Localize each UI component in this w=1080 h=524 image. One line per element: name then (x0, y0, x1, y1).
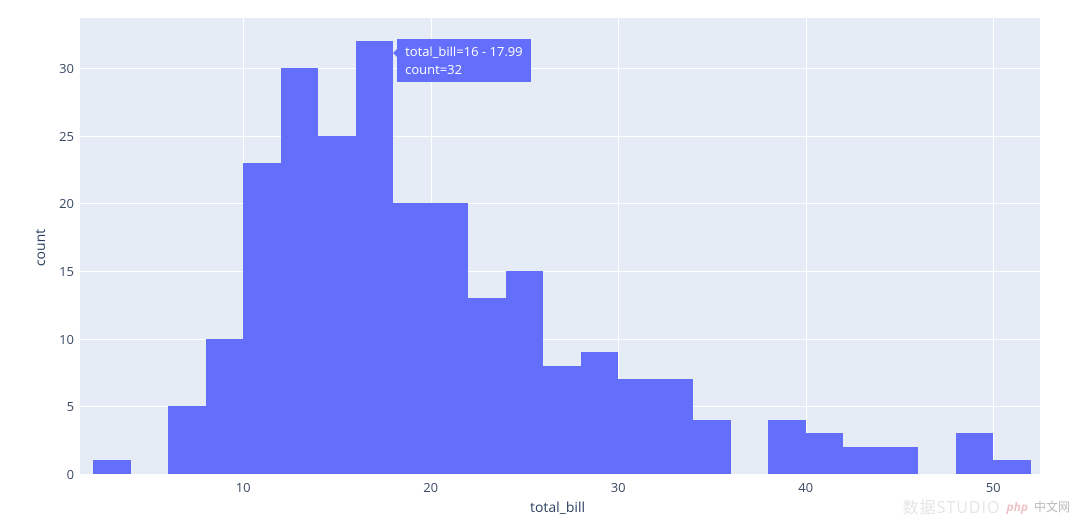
x-tick-label: 20 (423, 474, 438, 496)
y-tick-label: 20 (59, 194, 80, 212)
histogram-bar[interactable] (468, 298, 506, 474)
x-gridline (806, 18, 807, 474)
histogram-bar[interactable] (318, 136, 356, 474)
watermark-cn: 中文网 (1034, 498, 1070, 515)
y-tick-label: 5 (67, 397, 80, 415)
watermark-php: php (1006, 498, 1028, 515)
x-tick-label: 10 (236, 474, 251, 496)
y-gridline (80, 271, 1040, 272)
y-gridline (80, 68, 1040, 69)
x-gridline (993, 18, 994, 474)
x-tick-label: 50 (986, 474, 1001, 496)
histogram-bar[interactable] (93, 460, 131, 474)
histogram-bar[interactable] (768, 420, 806, 474)
watermark-studio: 数据STUDIO (903, 494, 1001, 518)
y-tick-label: 15 (59, 262, 80, 280)
histogram-bar[interactable] (393, 203, 431, 474)
plot-area[interactable]: 0510152025301020304050 (80, 18, 1040, 474)
y-gridline (80, 136, 1040, 137)
histogram-bar[interactable] (543, 366, 581, 474)
histogram-bar[interactable] (506, 271, 544, 474)
histogram-bar[interactable] (881, 447, 919, 474)
x-tick-label: 30 (611, 474, 626, 496)
histogram-bar[interactable] (431, 203, 469, 474)
y-tick-label: 25 (59, 127, 80, 145)
histogram-bar[interactable] (206, 339, 244, 474)
histogram-bar[interactable] (618, 379, 656, 474)
histogram-bar[interactable] (581, 352, 619, 474)
tooltip-line-1: total_bill=16 - 17.99 (405, 43, 522, 61)
histogram-bar[interactable] (693, 420, 731, 474)
hover-tooltip: total_bill=16 - 17.99 count=32 (397, 39, 530, 82)
histogram-bar[interactable] (956, 433, 994, 474)
watermark: 数据STUDIO php 中文网 (903, 494, 1070, 518)
histogram-bar[interactable] (356, 41, 394, 474)
x-tick-label: 40 (798, 474, 813, 496)
y-tick-label: 0 (67, 465, 80, 483)
histogram-bar[interactable] (656, 379, 694, 474)
y-axis-title: count (31, 229, 50, 266)
y-gridline (80, 203, 1040, 204)
tooltip-line-2: count=32 (405, 61, 522, 79)
histogram-bar[interactable] (806, 433, 844, 474)
y-gridline (80, 474, 1040, 475)
histogram-bar[interactable] (843, 447, 881, 474)
x-axis-title: total_bill (530, 498, 585, 517)
histogram-bar[interactable] (993, 460, 1031, 474)
histogram-bar[interactable] (281, 68, 319, 474)
y-tick-label: 30 (59, 59, 80, 77)
y-tick-label: 10 (59, 330, 80, 348)
histogram-bar[interactable] (168, 406, 206, 474)
histogram-bar[interactable] (243, 163, 281, 474)
